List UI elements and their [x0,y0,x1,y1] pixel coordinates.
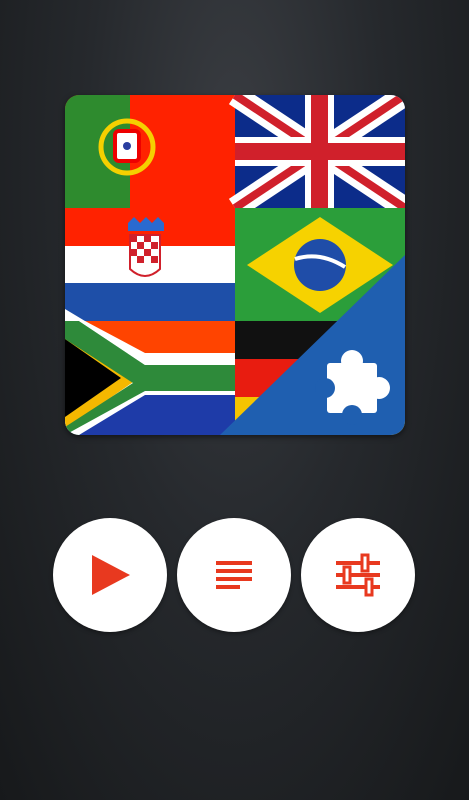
settings-button[interactable] [301,518,415,632]
portugal-flag-icon [65,95,235,208]
sliders-icon [336,553,380,597]
flags-puzzle-icon [65,95,405,435]
uk-flag-icon [228,95,405,218]
south-africa-flag-icon [65,309,235,435]
play-icon [92,555,130,595]
croatia-flag-icon [65,208,235,321]
list-icon [216,561,252,589]
play-button[interactable] [53,518,167,632]
list-button[interactable] [177,518,291,632]
app-logo [65,95,405,435]
